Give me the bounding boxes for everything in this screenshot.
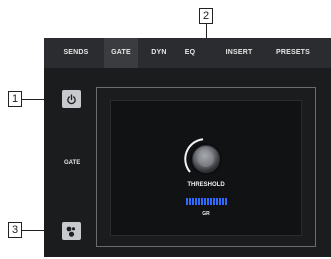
callout-2: 2 (199, 8, 213, 24)
gate-power-button[interactable] (62, 90, 81, 108)
tab-sends[interactable]: SENDS (56, 38, 96, 68)
gate-label: GATE (64, 160, 81, 166)
tab-gate[interactable]: GATE (104, 38, 138, 68)
threshold-label: THRESHOLD (187, 182, 225, 188)
callout-1: 1 (8, 91, 22, 107)
callout-3: 3 (8, 222, 22, 238)
tab-dyn[interactable]: DYN (142, 38, 176, 68)
gr-label: GR (202, 211, 210, 217)
gain-reduction-meter (186, 198, 228, 205)
key-filter-icon (66, 226, 76, 237)
tab-presets[interactable]: PRESETS (270, 38, 316, 68)
tab-eq[interactable]: EQ (176, 38, 204, 68)
power-icon (67, 93, 76, 104)
key-filter-button[interactable] (62, 222, 81, 240)
threshold-knob[interactable] (181, 134, 231, 184)
tab-bar: SENDS GATE DYN EQ INSERT PRESETS (44, 38, 331, 68)
tab-insert[interactable]: INSERT (216, 38, 262, 68)
